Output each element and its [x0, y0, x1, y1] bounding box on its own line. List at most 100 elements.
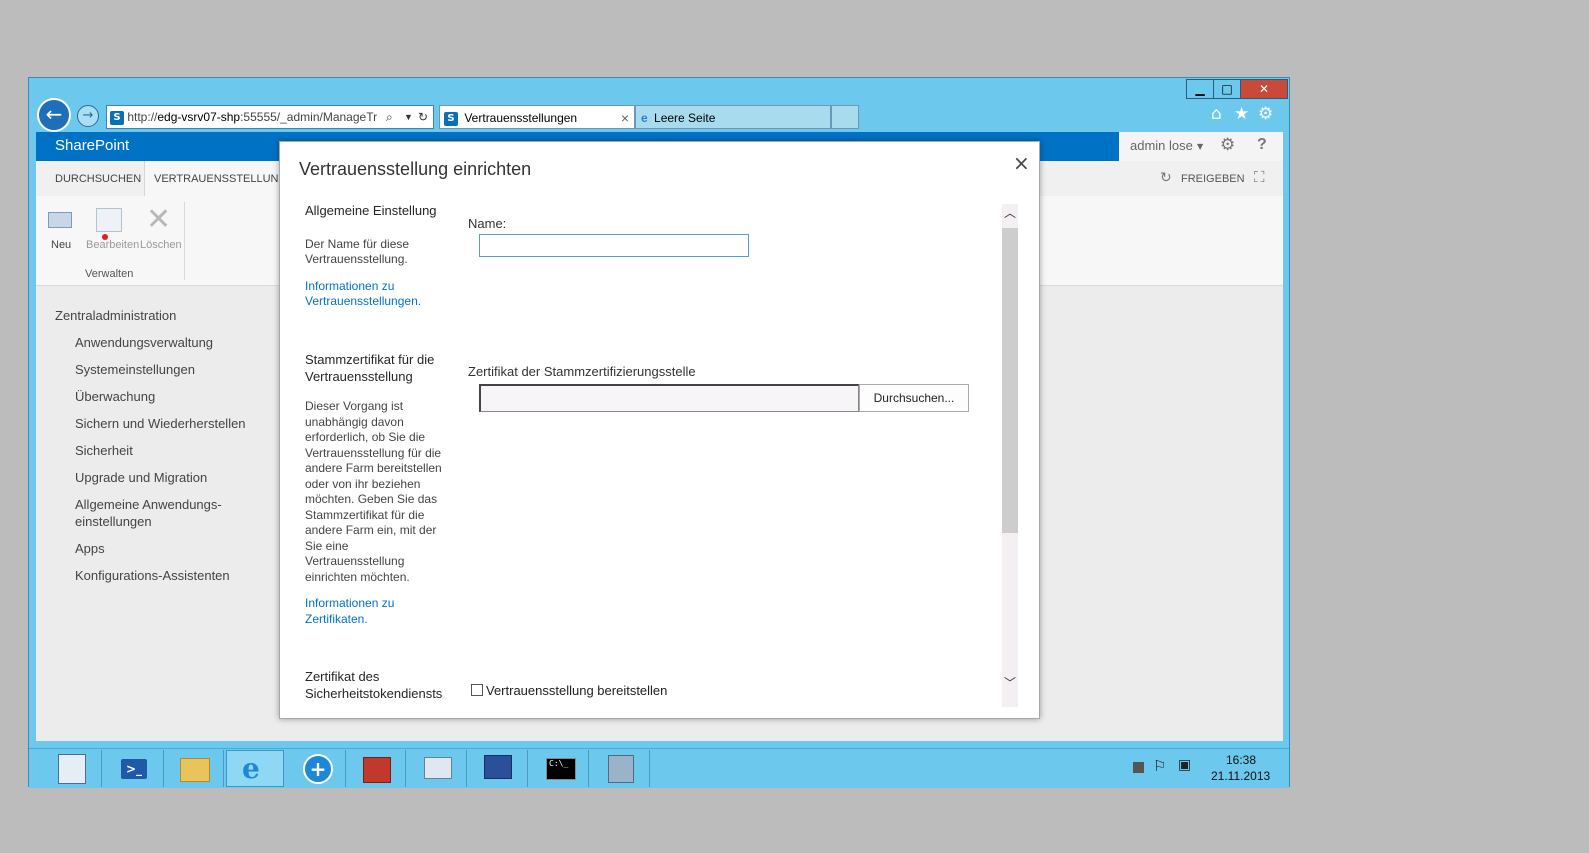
info-link-certificates[interactable]: Zertifikaten.: [305, 612, 368, 628]
tab-vertrauensstellungen[interactable]: S Vertrauensstellungen ×: [439, 105, 635, 129]
nav-item[interactable]: Sichern und Wiederherstellen: [75, 416, 246, 431]
info-link-trusts[interactable]: Vertrauensstellungen.: [305, 294, 421, 310]
user-menu[interactable]: admin lose: [1130, 138, 1193, 153]
nav-item[interactable]: Apps: [75, 541, 105, 556]
close-window-button[interactable]: ✕: [1240, 79, 1288, 99]
section-description: Vertrauensstellung.: [305, 252, 408, 266]
root-certificate-label: Zertifikat der Stammzertifizierungsstell…: [468, 364, 696, 379]
command-prompt-button[interactable]: C:\_: [531, 750, 589, 787]
url-rest: :55555/_admin/ManageTr: [240, 110, 378, 124]
clock-time[interactable]: 16:38: [1226, 753, 1256, 767]
arrow-left-icon: ←: [45, 102, 63, 126]
minimize-button[interactable]: ▁: [1186, 79, 1214, 99]
internet-explorer-button[interactable]: e: [226, 750, 284, 787]
section-heading: Vertrauensstellung: [305, 369, 413, 384]
share-icon[interactable]: ↻: [1160, 170, 1172, 186]
button-label: Neu: [51, 239, 72, 251]
favorites-star-icon[interactable]: ★: [1234, 104, 1249, 124]
dialog-scrollbar[interactable]: ︿ ﹀: [1002, 204, 1018, 707]
cmd-icon: C:\_: [546, 758, 576, 780]
button-label: Löschen: [140, 239, 182, 251]
dialog-title: Vertrauensstellung einrichten: [299, 159, 532, 179]
nav-item-continued[interactable]: einstellungen: [75, 514, 152, 529]
explorer-button[interactable]: [166, 750, 224, 787]
section-description: oder von ihr beziehen: [305, 476, 421, 491]
dropdown-icon[interactable]: ▼: [404, 106, 413, 128]
checkbox-label: Vertrauensstellung bereitstellen: [486, 683, 668, 698]
maximize-button[interactable]: □: [1213, 79, 1241, 99]
dialog-close-icon[interactable]: ×: [1013, 151, 1030, 175]
performance-monitor-button[interactable]: [409, 750, 467, 787]
nav-item[interactable]: Upgrade und Migration: [75, 470, 207, 485]
url-prefix: http://: [127, 110, 158, 124]
refresh-icon[interactable]: ↻: [418, 106, 428, 128]
toolbox-button[interactable]: [348, 750, 406, 787]
nav-item[interactable]: Systemeinstellungen: [75, 362, 195, 377]
modal-dialog: Vertrauensstellung einrichten × Allgemei…: [279, 141, 1040, 719]
scroll-down-icon[interactable]: ﹀: [1004, 674, 1016, 691]
section-description: Sie eine: [305, 538, 349, 553]
address-bar[interactable]: S http://edg-vsrv07-shp:55555/_admin/Man…: [106, 105, 434, 129]
action-center-icon[interactable]: [1133, 762, 1144, 773]
nav-item[interactable]: Konfigurations-Assistenten: [75, 568, 230, 583]
dialog-body: Allgemeine Einstellung Der Name für dies…: [280, 194, 1002, 708]
name-input[interactable]: [479, 234, 749, 257]
new-tab-button[interactable]: [831, 105, 859, 129]
section-heading: Stammzertifikat für die: [305, 352, 435, 367]
arrow-right-icon: →: [82, 108, 94, 123]
section-heading: Zertifikat des: [305, 669, 380, 684]
certificate-file-input[interactable]: [479, 384, 859, 412]
help-icon[interactable]: ?: [1257, 136, 1267, 154]
browse-button[interactable]: Durchsuchen...: [859, 384, 969, 412]
button-label: Bearbeiten: [86, 239, 140, 251]
info-link-trusts[interactable]: Informationen zu: [305, 279, 394, 295]
tab-vertrauensstellungen-ribbon[interactable]: VERTRAUENSSTELLUNGEN: [144, 161, 302, 197]
nav-item[interactable]: Überwachung: [75, 389, 155, 404]
section-description: einrichten möchten.: [305, 569, 410, 584]
focus-content-icon[interactable]: ⛶: [1254, 168, 1265, 186]
tab-label: Leere Seite: [654, 111, 716, 125]
nav-item[interactable]: Allgemeine Anwendungs-: [75, 497, 222, 512]
section-description: Dieser Vorgang ist: [305, 399, 404, 413]
back-button[interactable]: ←: [37, 98, 71, 132]
tab-durchsuchen[interactable]: DURCHSUCHEN: [55, 173, 141, 185]
delete-button[interactable]: ✕ Löschen: [140, 202, 182, 256]
nav-item[interactable]: Anwendungsverwaltung: [75, 335, 213, 350]
section-description: Vertrauensstellung für die: [305, 445, 442, 460]
sharepoint-brand[interactable]: SharePoint: [55, 137, 129, 154]
remote-desktop-button[interactable]: [470, 750, 528, 787]
url-host: edg-vsrv07-shp: [157, 110, 241, 124]
toolbox-icon: [363, 757, 391, 783]
scroll-up-icon[interactable]: ︿: [1004, 204, 1016, 221]
server-manager-button[interactable]: [44, 750, 102, 787]
powershell-button[interactable]: >_: [106, 750, 164, 787]
tools-gear-icon[interactable]: ⚙: [1258, 104, 1273, 124]
new-item-icon: [48, 212, 72, 228]
sharepoint-shell-button[interactable]: [592, 750, 650, 787]
network-icon[interactable]: ▣: [1178, 757, 1191, 773]
nav-item[interactable]: Sicherheit: [75, 443, 133, 458]
edit-button[interactable]: Bearbeiten: [84, 208, 139, 256]
provide-trust-checkbox[interactable]: [471, 684, 483, 696]
share-button[interactable]: FREIGEBEN: [1181, 173, 1245, 185]
section-description: Vertrauensstellung: [305, 554, 405, 568]
scrollbar-thumb[interactable]: [1002, 228, 1018, 533]
settings-gear-icon[interactable]: ⚙: [1220, 135, 1235, 155]
taskbar: >_ e + C:\_ ⚐ ▣ 16:38 21.11.2013: [29, 748, 1289, 788]
search-icon[interactable]: ⌕: [386, 106, 393, 128]
tab-close-icon[interactable]: ×: [621, 106, 629, 130]
sharepoint-admin-button[interactable]: +: [288, 750, 346, 787]
info-link-certificates[interactable]: Informationen zu: [305, 596, 394, 612]
sharepoint-favicon-icon: S: [110, 110, 124, 125]
nav-root[interactable]: Zentraladministration: [55, 308, 176, 323]
tab-leere-seite[interactable]: e Leere Seite: [635, 105, 831, 129]
clock-date[interactable]: 21.11.2013: [1211, 769, 1270, 783]
user-area: admin lose ▼ ⚙ ?: [1119, 132, 1283, 161]
home-icon[interactable]: ⌂: [1211, 104, 1222, 124]
ie-icon: e: [242, 752, 260, 785]
chevron-down-icon: ▼: [1197, 142, 1204, 151]
new-button[interactable]: Neu: [44, 208, 78, 256]
flag-icon[interactable]: ⚐: [1153, 757, 1166, 775]
forward-button[interactable]: →: [77, 105, 99, 127]
section-heading: Sicherheitstokendiensts: [305, 686, 443, 701]
